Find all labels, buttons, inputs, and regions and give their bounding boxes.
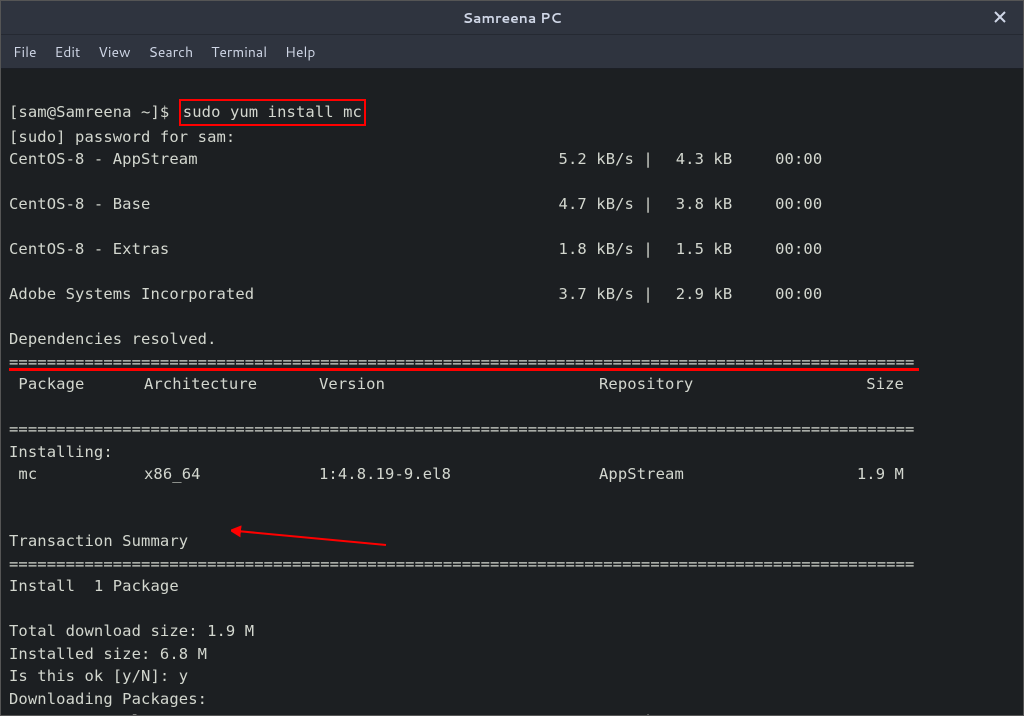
sudo-password-line: [sudo] password for sam: — [9, 128, 235, 146]
menu-edit[interactable]: Edit — [55, 42, 81, 62]
terminal-window: Samreena PC File Edit View Search Termin… — [0, 0, 1024, 716]
hr: ========================================… — [9, 555, 914, 573]
transaction-summary: Transaction Summary — [9, 532, 188, 550]
menu-search[interactable]: Search — [149, 42, 194, 62]
shell-prompt: [sam@Samreena ~]$ — [9, 103, 179, 121]
command-highlight: sudo yum install mc — [179, 99, 366, 125]
install-count: Install 1 Package — [9, 577, 179, 595]
menu-file[interactable]: File — [13, 42, 37, 62]
table-row: mcx86_641:4.8.19-9.el8AppStream1.9 M — [9, 463, 1015, 485]
typed-command: sudo yum install mc — [183, 103, 362, 121]
total-download-size: Total download size: 1.9 M — [9, 622, 254, 640]
arrow-annotation — [231, 525, 391, 551]
confirm-answer: y — [179, 667, 188, 685]
deps-resolved: Dependencies resolved. — [9, 330, 217, 348]
underline-annotation — [9, 368, 919, 371]
close-icon[interactable] — [993, 9, 1011, 27]
confirm-prompt: Is this ok [y/N]: — [9, 667, 179, 685]
table-header: PackageArchitectureVersionRepositorySize — [9, 373, 1015, 395]
repo-row: Adobe Systems Incorporated3.7 kB/s | 2.9… — [9, 283, 1015, 305]
menu-view[interactable]: View — [98, 42, 130, 62]
menu-help[interactable]: Help — [285, 42, 315, 62]
hr: ========================================… — [9, 420, 914, 438]
menubar: File Edit View Search Terminal Help — [1, 35, 1023, 69]
titlebar[interactable]: Samreena PC — [1, 1, 1023, 35]
installed-size: Installed size: 6.8 M — [9, 645, 207, 663]
repo-row: CentOS-8 - Base4.7 kB/s | 3.8 kB00:00 — [9, 193, 1015, 215]
window-title: Samreena PC — [463, 8, 562, 28]
rpm-row: mc-4.8.19-9.el8.x86_64.rpm1.4 MB/s | 1.9… — [9, 710, 1015, 715]
repo-row: CentOS-8 - AppStream5.2 kB/s | 4.3 kB00:… — [9, 148, 1015, 170]
installing-label: Installing: — [9, 443, 113, 461]
downloading-packages: Downloading Packages: — [9, 690, 207, 708]
menu-terminal[interactable]: Terminal — [211, 42, 267, 62]
repo-row: CentOS-8 - Extras1.8 kB/s | 1.5 kB00:00 — [9, 238, 1015, 260]
terminal-output[interactable]: [sam@Samreena ~]$ sudo yum install mc [s… — [1, 69, 1023, 715]
